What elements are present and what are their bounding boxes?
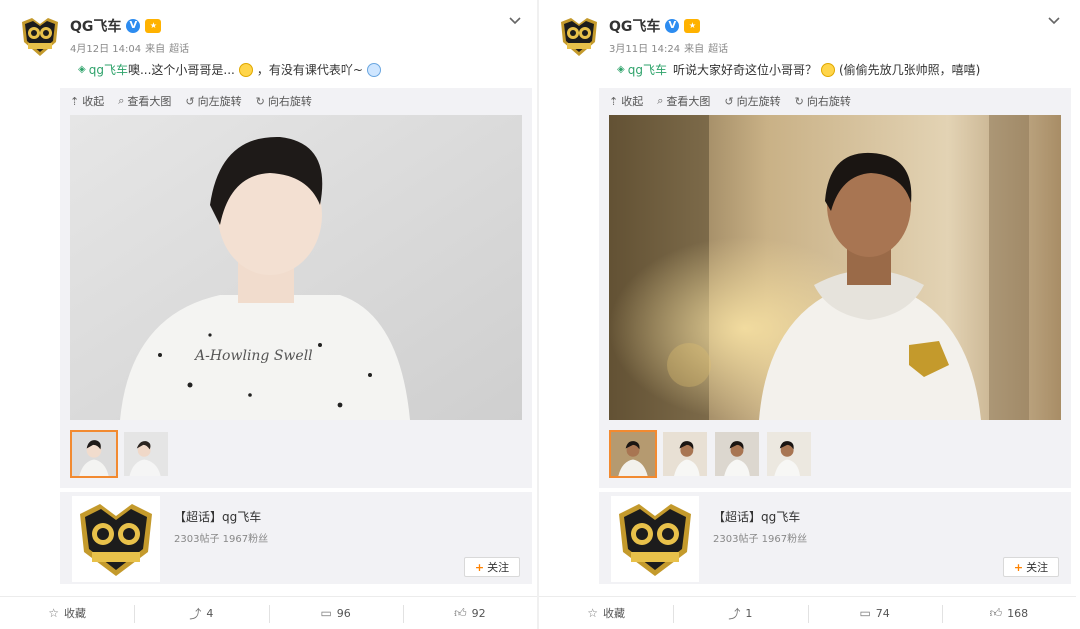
verified-icon: V [665,19,680,33]
post-text-b: ，有没有课代表吖~ [256,63,363,77]
up-arrow-icon: ⇡ [70,94,80,108]
qg-topic-logo [611,496,699,582]
rotate-right-button[interactable]: ↻ 向右旋转 [795,93,851,109]
comment-button[interactable]: ▭ 74 [807,597,942,629]
view-large-button[interactable]: ⌕ 查看大图 [657,93,710,109]
magnifier-icon: ⌕ [657,94,664,107]
star-icon: ☆ [48,606,59,620]
thumbnail-2[interactable] [661,430,709,478]
plus-icon: + [474,560,485,574]
comment-icon: ▭ [859,606,871,620]
repost-button[interactable]: ⤴ 1 [673,597,807,629]
follow-button[interactable]: + 关注 [1003,557,1059,577]
rotate-left-button[interactable]: ↺ 向左旋转 [724,93,780,109]
author-name[interactable]: QG飞车 [609,16,660,36]
svg-text:A-Howling Swell: A-Howling Swell [193,348,313,364]
star-icon: ☆ [587,606,598,620]
thumbnail-2[interactable] [122,430,170,478]
author-name[interactable]: QG飞车 [70,16,121,36]
supertopic-card[interactable]: 【超话】qg飞车 2303帖子 1967粉丝 + 关注 [599,492,1071,584]
plus-icon: + [1013,560,1024,574]
supertopic-icon: ◈ [617,64,625,75]
topic-title[interactable]: 【超话】qg飞车 [174,508,261,525]
action-bar: ☆ 收藏 ⤴ 4 ▭ 96 👍︎ 92 [0,596,537,629]
like-button[interactable]: 👍︎ 168 [941,597,1076,629]
post-text: ◈ qg飞车 噢...这个小哥哥是... ，有没有课代表吖~ [78,61,385,78]
supertopic-icon: ◈ [78,64,86,75]
action-bar: ☆ 收藏 ⤴ 1 ▭ 74 👍︎ 168 [539,596,1076,629]
up-arrow-icon: ⇡ [609,94,619,108]
thumbnail-strip [609,430,813,478]
post-source[interactable]: 超话 [708,40,728,55]
post-time[interactable]: 3月11日 14:24 [609,40,680,55]
thumbnail-1[interactable] [70,430,118,478]
post-text-a: 听说大家好奇这位小哥哥？ [672,63,817,77]
collapse-button[interactable]: ⇡ 收起 [609,93,643,109]
post-meta: 4月12日 14:04 来自 超话 [70,40,189,55]
post-source[interactable]: 超话 [169,40,189,55]
supertopic-card[interactable]: 【超话】qg飞车 2303帖子 1967粉丝 + 关注 [60,492,532,584]
topic-link[interactable]: qg飞车 [628,61,667,78]
smile-emoji-icon [820,62,835,77]
main-photo[interactable]: A-Howling Swell [70,115,522,420]
magnifier-icon: ⌕ [118,94,125,107]
comment-icon: ▭ [320,606,332,620]
media-panel: ⇡ 收起 ⌕ 查看大图 ↺ 向左旋转 ↻ 向右旋转 [599,88,1071,488]
thumbnail-1[interactable] [609,430,657,478]
source-prefix: 来自 [145,44,166,55]
qg-topic-logo [72,496,160,582]
post-text-b: (偷偷先放几张帅照，嘻嘻) [838,63,981,77]
thumbs-up-icon: 👍︎ [454,605,467,620]
post-text: ◈ qg飞车 听说大家好奇这位小哥哥？ (偷偷先放几张帅照，嘻嘻) [617,61,980,78]
rotate-left-button[interactable]: ↺ 向左旋转 [185,93,241,109]
qg-avatar-logo[interactable] [20,16,60,58]
topic-link[interactable]: qg飞车 [89,61,128,78]
topic-title[interactable]: 【超话】qg飞车 [713,508,800,525]
image-toolbar: ⇡ 收起 ⌕ 查看大图 ↺ 向左旋转 ↻ 向右旋转 [609,93,851,109]
comment-button[interactable]: ▭ 96 [268,597,403,629]
rotate-left-icon: ↺ [185,94,195,108]
chevron-down-icon[interactable] [1046,14,1062,28]
rotate-right-icon: ↻ [255,94,265,108]
post-text-a: 噢...这个小哥哥是... [127,63,235,77]
collapse-button[interactable]: ⇡ 收起 [70,93,104,109]
fan-badge-icon: ★ [145,19,162,33]
verified-icon: V [126,19,141,33]
view-large-button[interactable]: ⌕ 查看大图 [118,93,171,109]
weibo-post-2: QG飞车 V ★ 3月11日 14:24 来自 超话 ◈ qg飞车 听说大家好奇… [539,0,1076,629]
thumbnail-strip [70,430,170,478]
topic-stats: 2303帖子 1967粉丝 [713,534,808,545]
thumbs-up-icon: 👍︎ [989,605,1003,620]
media-panel: ⇡ 收起 ⌕ 查看大图 ↺ 向左旋转 ↻ 向右旋转 A-Howling Swell [60,88,532,488]
repost-icon: ⤴ [189,606,202,621]
topic-stats: 2303帖子 1967粉丝 [174,534,269,545]
thumbnail-3[interactable] [713,430,761,478]
weibo-post-1: QG飞车 V ★ 4月12日 14:04 来自 超话 ◈ qg飞车 噢...这个… [0,0,537,629]
rotate-right-button[interactable]: ↻ 向右旋转 [256,93,312,109]
rotate-right-icon: ↻ [794,94,804,108]
image-toolbar: ⇡ 收起 ⌕ 查看大图 ↺ 向左旋转 ↻ 向右旋转 [70,93,312,109]
rotate-left-icon: ↺ [724,94,734,108]
qg-avatar-logo[interactable] [559,16,599,58]
main-photo[interactable] [609,115,1061,420]
chevron-down-icon[interactable] [507,14,523,28]
repost-icon: ⤴ [728,606,741,621]
smile-emoji-icon [238,62,253,77]
post-time[interactable]: 4月12日 14:04 [70,40,141,55]
favorite-button[interactable]: ☆ 收藏 [0,597,134,629]
post-meta: 3月11日 14:24 来自 超话 [609,40,728,55]
favorite-button[interactable]: ☆ 收藏 [539,597,673,629]
repost-button[interactable]: ⤴ 4 [134,597,268,629]
doraemon-emoji-icon [366,62,381,77]
fan-badge-icon: ★ [684,19,701,33]
follow-button[interactable]: + 关注 [464,557,520,577]
thumbnail-4[interactable] [765,430,813,478]
like-button[interactable]: 👍︎ 92 [402,597,537,629]
source-prefix: 来自 [684,44,705,55]
